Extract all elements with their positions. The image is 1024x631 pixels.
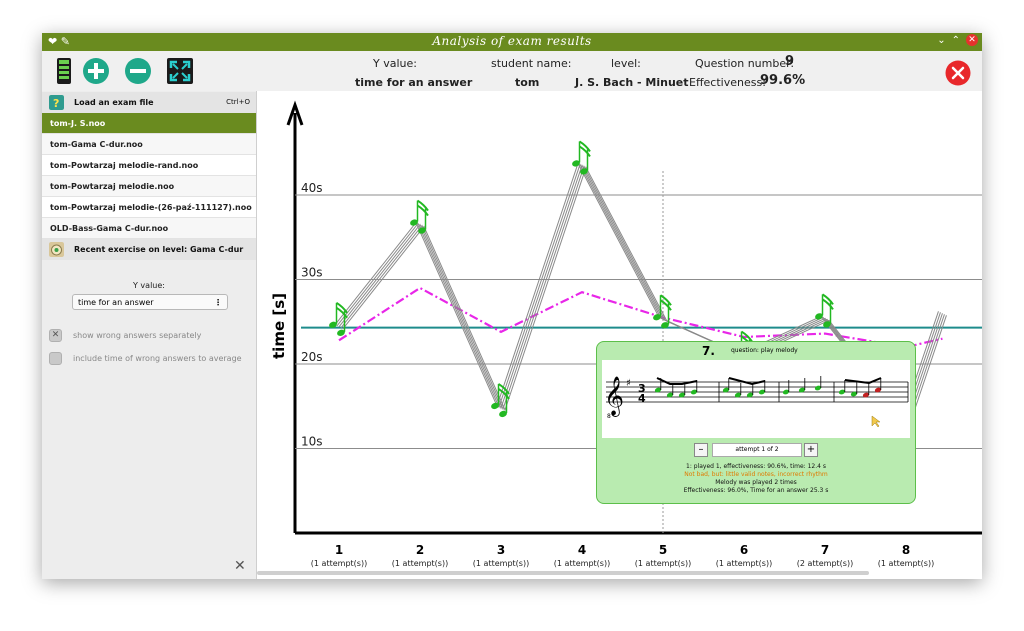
attempt-count-label: (1 attempt(s)) xyxy=(392,559,448,568)
sharp-icon: ♯ xyxy=(626,378,631,389)
popup-question-number: 7. xyxy=(702,344,715,358)
recent-exercise-icon xyxy=(49,242,64,257)
svg-text:?: ? xyxy=(53,97,59,110)
settings-icon[interactable] xyxy=(50,57,78,85)
y-tick-label: 10s xyxy=(301,435,323,449)
melody-score: 𝄞 8 ♯ 3 4 xyxy=(604,376,909,428)
zoom-in-icon[interactable] xyxy=(82,57,110,85)
close-analysis-icon[interactable] xyxy=(945,60,971,86)
exam-file-item[interactable]: tom-Gama C-dur.noo xyxy=(42,134,256,155)
octave-mark: 8 xyxy=(607,413,611,420)
results-chart: 10s 20s 30s 40s time [s] 1 (1 attempt(s)) 2 (1 a… xyxy=(257,91,982,579)
include-time-label: include time of wrong answers to average xyxy=(73,354,242,363)
y-value-combo-text: time for an answer xyxy=(78,298,154,307)
attempt-count-label: (1 attempt(s)) xyxy=(311,559,367,568)
answer-note-icon[interactable] xyxy=(571,140,591,175)
window-controls: ⌄ ⌃ ✕ xyxy=(937,34,978,46)
y-tick-label: 40s xyxy=(301,181,323,195)
attempt-count-label: (1 attempt(s)) xyxy=(878,559,934,568)
attempt-count-label: (1 attempt(s)) xyxy=(473,559,529,568)
student-label: student name: xyxy=(491,57,572,70)
attempt-feedback: Not bad, but: little valid notes, incorr… xyxy=(684,471,828,478)
close-sidebar-icon[interactable]: ✕ xyxy=(234,558,246,574)
score-notes xyxy=(654,376,882,428)
toolbar: Y value: time for an answer student name… xyxy=(42,51,982,91)
x-tick-label: 6 xyxy=(740,543,748,557)
x-tick-label: 5 xyxy=(659,543,667,557)
x-tick-label: 1 xyxy=(335,543,343,557)
y-tick-label: 20s xyxy=(301,350,323,364)
treble-clef-icon: 𝄞 xyxy=(604,376,624,417)
load-exam-label: Load an exam file xyxy=(74,98,154,107)
combo-dots-icon: ⋮ xyxy=(214,298,222,307)
title-bar: ❤ ✎ Analysis of exam results ⌄ ⌃ ✕ xyxy=(42,33,982,51)
answer-note-icon[interactable] xyxy=(409,199,429,235)
attempt-summary: 1: played 1, effectiveness: 90.6%, time:… xyxy=(686,463,826,470)
cursor-icon xyxy=(871,415,881,428)
level-name: J. S. Bach - Minuet xyxy=(575,76,689,89)
melody-played-count: Melody was played 2 times xyxy=(715,479,797,486)
zoom-out-icon[interactable] xyxy=(124,57,152,85)
popup-header: 7. question: play melody xyxy=(597,344,915,358)
horizontal-scrollbar[interactable] xyxy=(257,571,869,575)
question-effectiveness: Effectiveness: 96.0%, Time for an answer… xyxy=(683,487,829,494)
fullscreen-icon[interactable] xyxy=(166,57,194,85)
effectiveness-label: Effectiveness: xyxy=(689,76,766,89)
effectiveness-value: 99.6% xyxy=(760,73,806,88)
x-tick-label: 4 xyxy=(578,543,586,557)
question-number: 9 xyxy=(785,54,795,69)
y-axis-label: time [s] xyxy=(270,293,288,359)
attempt-indicator: attempt 1 of 2 xyxy=(712,443,802,457)
include-time-checkbox[interactable] xyxy=(49,352,62,365)
exam-file-item[interactable]: tom-Powtarzaj melodie.noo xyxy=(42,176,256,197)
y-value-label: Y value: xyxy=(373,57,417,70)
level-label: level: xyxy=(611,57,641,70)
show-wrong-label: show wrong answers separately xyxy=(73,331,202,340)
x-tick-label: 7 xyxy=(821,543,829,557)
window-title: Analysis of exam results xyxy=(432,34,592,48)
exam-file-item[interactable]: tom-Powtarzaj melodie-rand.noo xyxy=(42,155,256,176)
attempt-count-label: (1 attempt(s)) xyxy=(635,559,691,568)
attempt-count-label: (1 attempt(s)) xyxy=(554,559,610,568)
attempt-count-label: (2 attempt(s)) xyxy=(797,559,853,568)
x-tick-label: 8 xyxy=(902,543,910,557)
score-staff: 𝄞 8 ♯ 3 4 xyxy=(602,360,910,438)
next-attempt-button[interactable]: + xyxy=(804,443,818,457)
exam-file-item[interactable]: tom-J. S.noo xyxy=(42,113,256,134)
x-tick-label: 2 xyxy=(416,543,424,557)
popup-question-type: question: play melody xyxy=(731,347,798,354)
load-exam-button[interactable]: ? Load an exam file Ctrl+O xyxy=(42,92,256,113)
open-file-icon: ? xyxy=(49,95,64,110)
sidebar: ? Load an exam file Ctrl+O tom-J. S.noo … xyxy=(42,91,257,579)
maximize-icon[interactable]: ⌃ xyxy=(952,35,960,46)
y-value: time for an answer xyxy=(355,76,473,89)
y-value-combo[interactable]: time for an answer ⋮ xyxy=(72,294,228,310)
x-tick-label: 3 xyxy=(497,543,505,557)
answer-note-icon[interactable] xyxy=(328,301,348,337)
close-window-icon[interactable]: ✕ xyxy=(966,34,978,46)
time-signature-bottom: 4 xyxy=(638,392,646,405)
attempt-count-label: (1 attempt(s)) xyxy=(716,559,772,568)
recent-exercise-button[interactable]: Recent exercise on level: Gama C-dur xyxy=(42,239,256,260)
y-tick-label: 30s xyxy=(301,266,323,280)
recent-exercise-label: Recent exercise on level: Gama C-dur xyxy=(74,245,244,254)
y-value-selector-label: Y value: xyxy=(133,281,165,290)
question-popup: 7. question: play melody 𝄞 8 ♯ 3 4 – att… xyxy=(596,341,916,504)
load-exam-shortcut: Ctrl+O xyxy=(226,98,250,106)
minimize-icon[interactable]: ⌄ xyxy=(937,35,945,46)
exam-analysis-window: ❤ ✎ Analysis of exam results ⌄ ⌃ ✕ Y val… xyxy=(42,33,982,579)
show-wrong-checkbox[interactable]: ✕ xyxy=(49,329,62,342)
exam-file-item[interactable]: OLD-Bass-Gama C-dur.noo xyxy=(42,218,256,239)
student-name: tom xyxy=(515,76,540,89)
exam-file-item[interactable]: tom-Powtarzaj melodie-(26-paź-111127).no… xyxy=(42,197,256,218)
prev-attempt-button[interactable]: – xyxy=(694,443,708,457)
moving-average-line xyxy=(338,286,943,349)
question-label: Question number: xyxy=(695,57,795,70)
